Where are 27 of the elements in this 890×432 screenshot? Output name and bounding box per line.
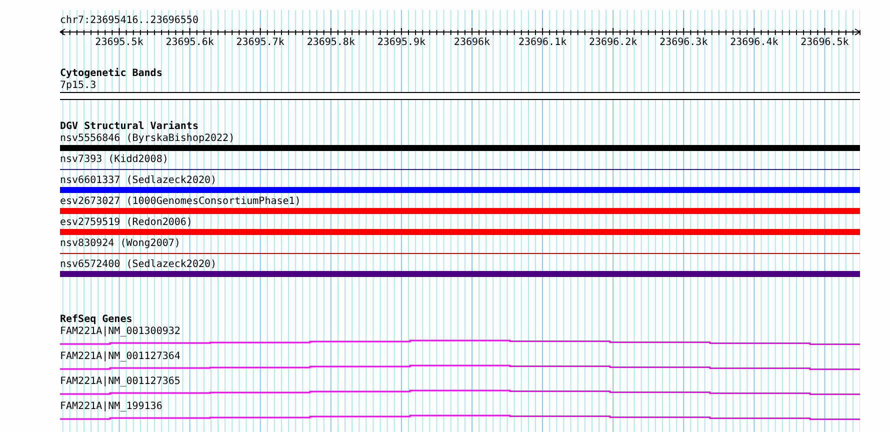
position-label: chr7:23695416..23696550 xyxy=(60,15,198,27)
gene-label: FAM221A|NM_199136 xyxy=(60,401,162,413)
band-label: 7p15.3 xyxy=(60,80,96,92)
ruler-label: 23695.9k xyxy=(377,37,426,48)
variant-label: esv2759519 (Redon2006) xyxy=(60,217,192,229)
ruler-label: 23695.5k xyxy=(95,37,144,48)
track-title: RefSeq Genes xyxy=(60,314,132,326)
variant-label: nsv830924 (Wong2007) xyxy=(60,238,180,250)
ruler-label: 23696.3k xyxy=(660,37,708,48)
variant-label: nsv5556846 (ByrskaBishop2022) xyxy=(60,133,235,145)
gene-label: FAM221A|NM_001127365 xyxy=(60,376,180,388)
track-title: DGV Structural Variants xyxy=(60,121,198,133)
ruler-label: 23696.1k xyxy=(518,37,567,48)
ruler-label: 23696.5k xyxy=(800,37,849,48)
track-title: Cytogenetic Bands xyxy=(60,68,162,80)
variant-label: nsv6572400 (Sedlazeck2020) xyxy=(60,259,217,271)
ruler-label: 23695.6k xyxy=(166,37,214,48)
variant-label: nsv6601337 (Sedlazeck2020) xyxy=(60,175,217,187)
variant-label: nsv7393 (Kidd2008) xyxy=(60,154,168,166)
ruler-label: 23695.7k xyxy=(236,37,284,48)
variant-label: esv2673027 (1000GenomesConsortiumPhase1) xyxy=(60,196,301,208)
gene-label: FAM221A|NM_001300932 xyxy=(60,326,180,338)
gene-label: FAM221A|NM_001127364 xyxy=(60,351,180,363)
ruler-label: 23696.2k xyxy=(589,37,638,48)
ruler-label: 23695.8k xyxy=(306,37,355,48)
ruler-label: 23696.4k xyxy=(730,37,778,48)
ruler-label: 23696k xyxy=(454,37,490,48)
